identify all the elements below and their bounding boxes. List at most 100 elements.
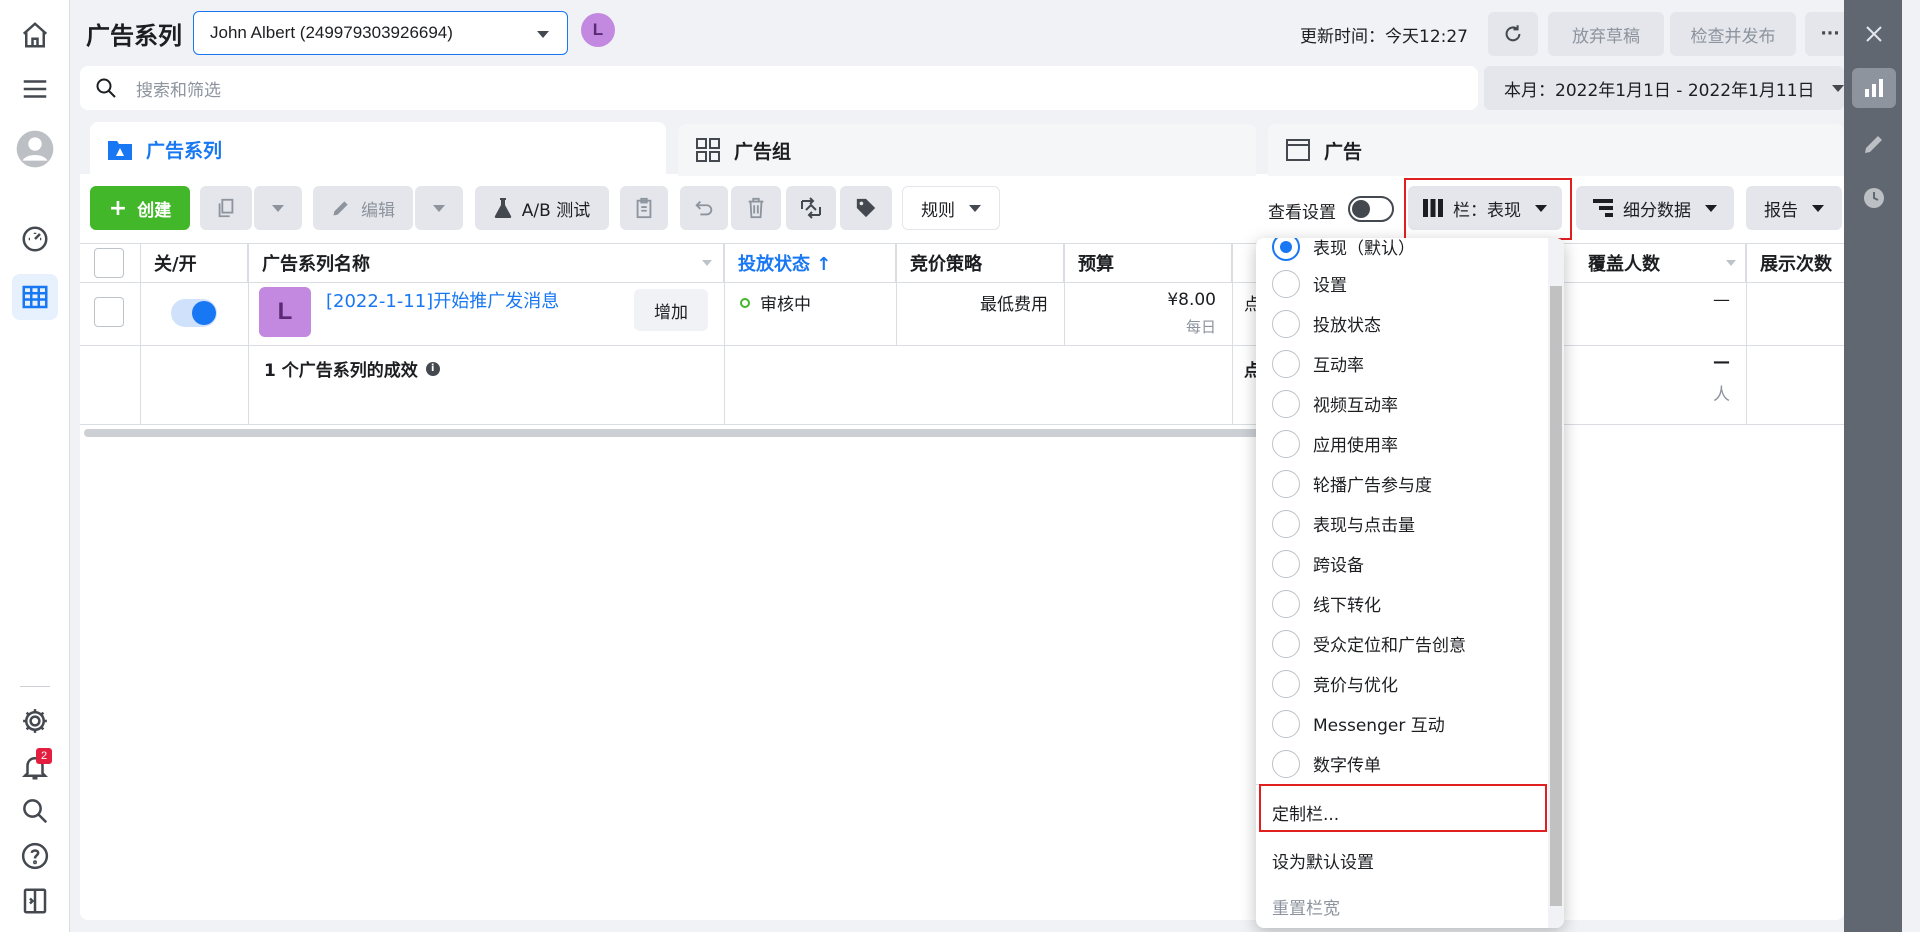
trash-icon xyxy=(748,197,764,219)
header-bid-strategy[interactable]: 竞价策略 xyxy=(898,244,1064,282)
edit-button[interactable]: 编辑 xyxy=(313,186,413,230)
columns-option-bidding[interactable]: 竞价与优化 xyxy=(1256,663,1546,703)
ad-window-icon xyxy=(1286,139,1310,161)
flask-icon xyxy=(494,198,511,218)
header-impressions[interactable]: 展示次数 xyxy=(1748,244,1848,282)
tag-button[interactable] xyxy=(840,186,892,230)
columns-option-delivery[interactable]: 投放状态 xyxy=(1256,303,1546,343)
campaign-onoff-switch[interactable] xyxy=(171,299,217,327)
review-publish-button[interactable]: 检查并发布 xyxy=(1670,12,1796,56)
tab-ads[interactable]: 广告 xyxy=(1268,124,1844,176)
tab-adsets[interactable]: 广告组 xyxy=(678,124,1256,176)
radio xyxy=(1272,470,1300,498)
discard-draft-button[interactable]: 放弃草稿 xyxy=(1548,12,1664,56)
horizontal-scrollbar[interactable] xyxy=(84,429,1264,437)
columns-option-targeting-creative[interactable]: 受众定位和广告创意 xyxy=(1256,623,1546,663)
header-campaign-name[interactable]: 广告系列名称 xyxy=(250,244,724,282)
help-icon[interactable] xyxy=(12,833,58,879)
chevron-down-icon xyxy=(969,204,981,212)
right-side-panel xyxy=(1844,0,1920,932)
columns-option-digital-flyer[interactable]: 数字传单 xyxy=(1256,743,1546,783)
header-campaign-name-label: 广告系列名称 xyxy=(262,254,370,275)
columns-option-app-engagement[interactable]: 应用使用率 xyxy=(1256,423,1546,463)
refresh-button[interactable] xyxy=(1488,12,1538,56)
col-divider xyxy=(896,244,897,346)
radio xyxy=(1272,510,1300,538)
row-checkbox[interactable] xyxy=(94,297,124,327)
budget-value: ¥8.00 xyxy=(1167,290,1216,310)
search-input[interactable]: 搜索和筛选 xyxy=(136,76,221,101)
columns-option-offline[interactable]: 线下转化 xyxy=(1256,583,1546,623)
settings-gear-icon[interactable] xyxy=(12,698,58,744)
delete-button[interactable] xyxy=(731,186,781,230)
page-scrollbar[interactable] xyxy=(1902,0,1920,932)
select-all-checkbox[interactable] xyxy=(94,248,124,278)
home-icon[interactable] xyxy=(12,12,58,58)
report-button[interactable]: 报告 xyxy=(1746,186,1842,230)
nav-divider xyxy=(20,686,50,687)
edit-dropdown-button[interactable] xyxy=(415,186,463,230)
export-button[interactable] xyxy=(786,186,836,230)
search-icon[interactable] xyxy=(12,788,58,834)
breakdown-icon xyxy=(1593,199,1613,217)
header-reach[interactable]: 覆盖人数 xyxy=(1576,244,1746,282)
search-icon xyxy=(96,78,116,98)
info-icon[interactable]: i xyxy=(425,361,440,376)
header-delivery-status[interactable]: 投放状态 ↑ xyxy=(726,244,896,282)
edit-pencil-icon[interactable] xyxy=(1852,124,1896,164)
columns-option-performance-clicks[interactable]: 表现与点击量 xyxy=(1256,503,1546,543)
columns-option-messenger[interactable]: Messenger 互动 xyxy=(1256,703,1546,743)
radio xyxy=(1272,670,1300,698)
history-clock-icon[interactable] xyxy=(1852,178,1896,218)
col-divider xyxy=(1064,244,1065,346)
tab-campaigns[interactable]: 广告系列 xyxy=(90,122,666,176)
chevron-down-icon xyxy=(272,205,284,212)
duplicate-dropdown-button[interactable] xyxy=(254,186,302,230)
ab-test-button[interactable]: A/B 测试 xyxy=(475,186,609,230)
menu-icon[interactable] xyxy=(12,66,58,112)
create-button[interactable]: + 创建 xyxy=(90,186,190,230)
header-budget[interactable]: 预算 xyxy=(1066,244,1232,282)
view-settings-label: 查看设置 xyxy=(1268,203,1336,223)
dropdown-scrollbar-thumb[interactable] xyxy=(1550,286,1562,906)
profile-avatar-icon[interactable] xyxy=(12,126,58,172)
radio xyxy=(1272,430,1300,458)
duplicate-button[interactable] xyxy=(200,186,252,230)
dashboard-gauge-icon[interactable] xyxy=(12,216,58,262)
reach-value: — xyxy=(1713,290,1730,310)
columns-button-highlight xyxy=(1404,178,1572,240)
columns-option-engagement[interactable]: 互动率 xyxy=(1256,343,1546,383)
account-avatar[interactable]: L xyxy=(581,13,615,47)
account-selector[interactable]: John Albert (249979303926694) xyxy=(193,11,568,55)
breakdown-button[interactable]: 细分数据 xyxy=(1576,186,1734,230)
header-onoff[interactable]: 关/开 xyxy=(142,244,248,282)
rules-button[interactable]: 规则 xyxy=(902,186,1000,230)
export-icon xyxy=(801,197,821,219)
search-bar[interactable]: 搜索和筛选 xyxy=(80,66,1478,110)
columns-option-carousel[interactable]: 轮播广告参与度 xyxy=(1256,463,1546,503)
dropdown-scrollbar[interactable] xyxy=(1548,238,1564,928)
view-settings-toggle[interactable] xyxy=(1348,196,1394,222)
close-icon[interactable] xyxy=(1852,14,1896,54)
columns-option-video-engagement[interactable]: 视频互动率 xyxy=(1256,383,1546,423)
header-reach-label: 覆盖人数 xyxy=(1588,254,1660,275)
notifications-bell-icon[interactable]: 2 xyxy=(12,744,58,790)
chevron-down-icon xyxy=(1812,204,1824,212)
chart-bar-icon[interactable] xyxy=(1852,68,1896,108)
account-name: John Albert (249979303926694) xyxy=(210,23,453,42)
set-default-item[interactable]: 设为默认设置 xyxy=(1272,848,1374,873)
option-label: Messenger 互动 xyxy=(1313,715,1445,736)
tab-label: 广告 xyxy=(1324,140,1363,163)
columns-option-performance[interactable]: 表现（默认） xyxy=(1256,238,1546,266)
date-range-picker[interactable]: 本月：2022年1月1日 - 2022年1月11日 xyxy=(1484,66,1844,110)
undo-button[interactable] xyxy=(680,186,728,230)
radio xyxy=(1272,590,1300,618)
campaign-name-link[interactable]: [2022-1-11]开始推广发消息 xyxy=(326,287,559,313)
paste-button[interactable] xyxy=(620,186,668,230)
columns-option-cross-device[interactable]: 跨设备 xyxy=(1256,543,1546,583)
add-button[interactable]: 增加 xyxy=(634,289,708,331)
ads-manager-table-icon[interactable] xyxy=(12,274,58,320)
toggle-panel-icon[interactable] xyxy=(12,878,58,924)
radio xyxy=(1272,270,1300,298)
columns-option-settings[interactable]: 设置 xyxy=(1256,263,1546,303)
